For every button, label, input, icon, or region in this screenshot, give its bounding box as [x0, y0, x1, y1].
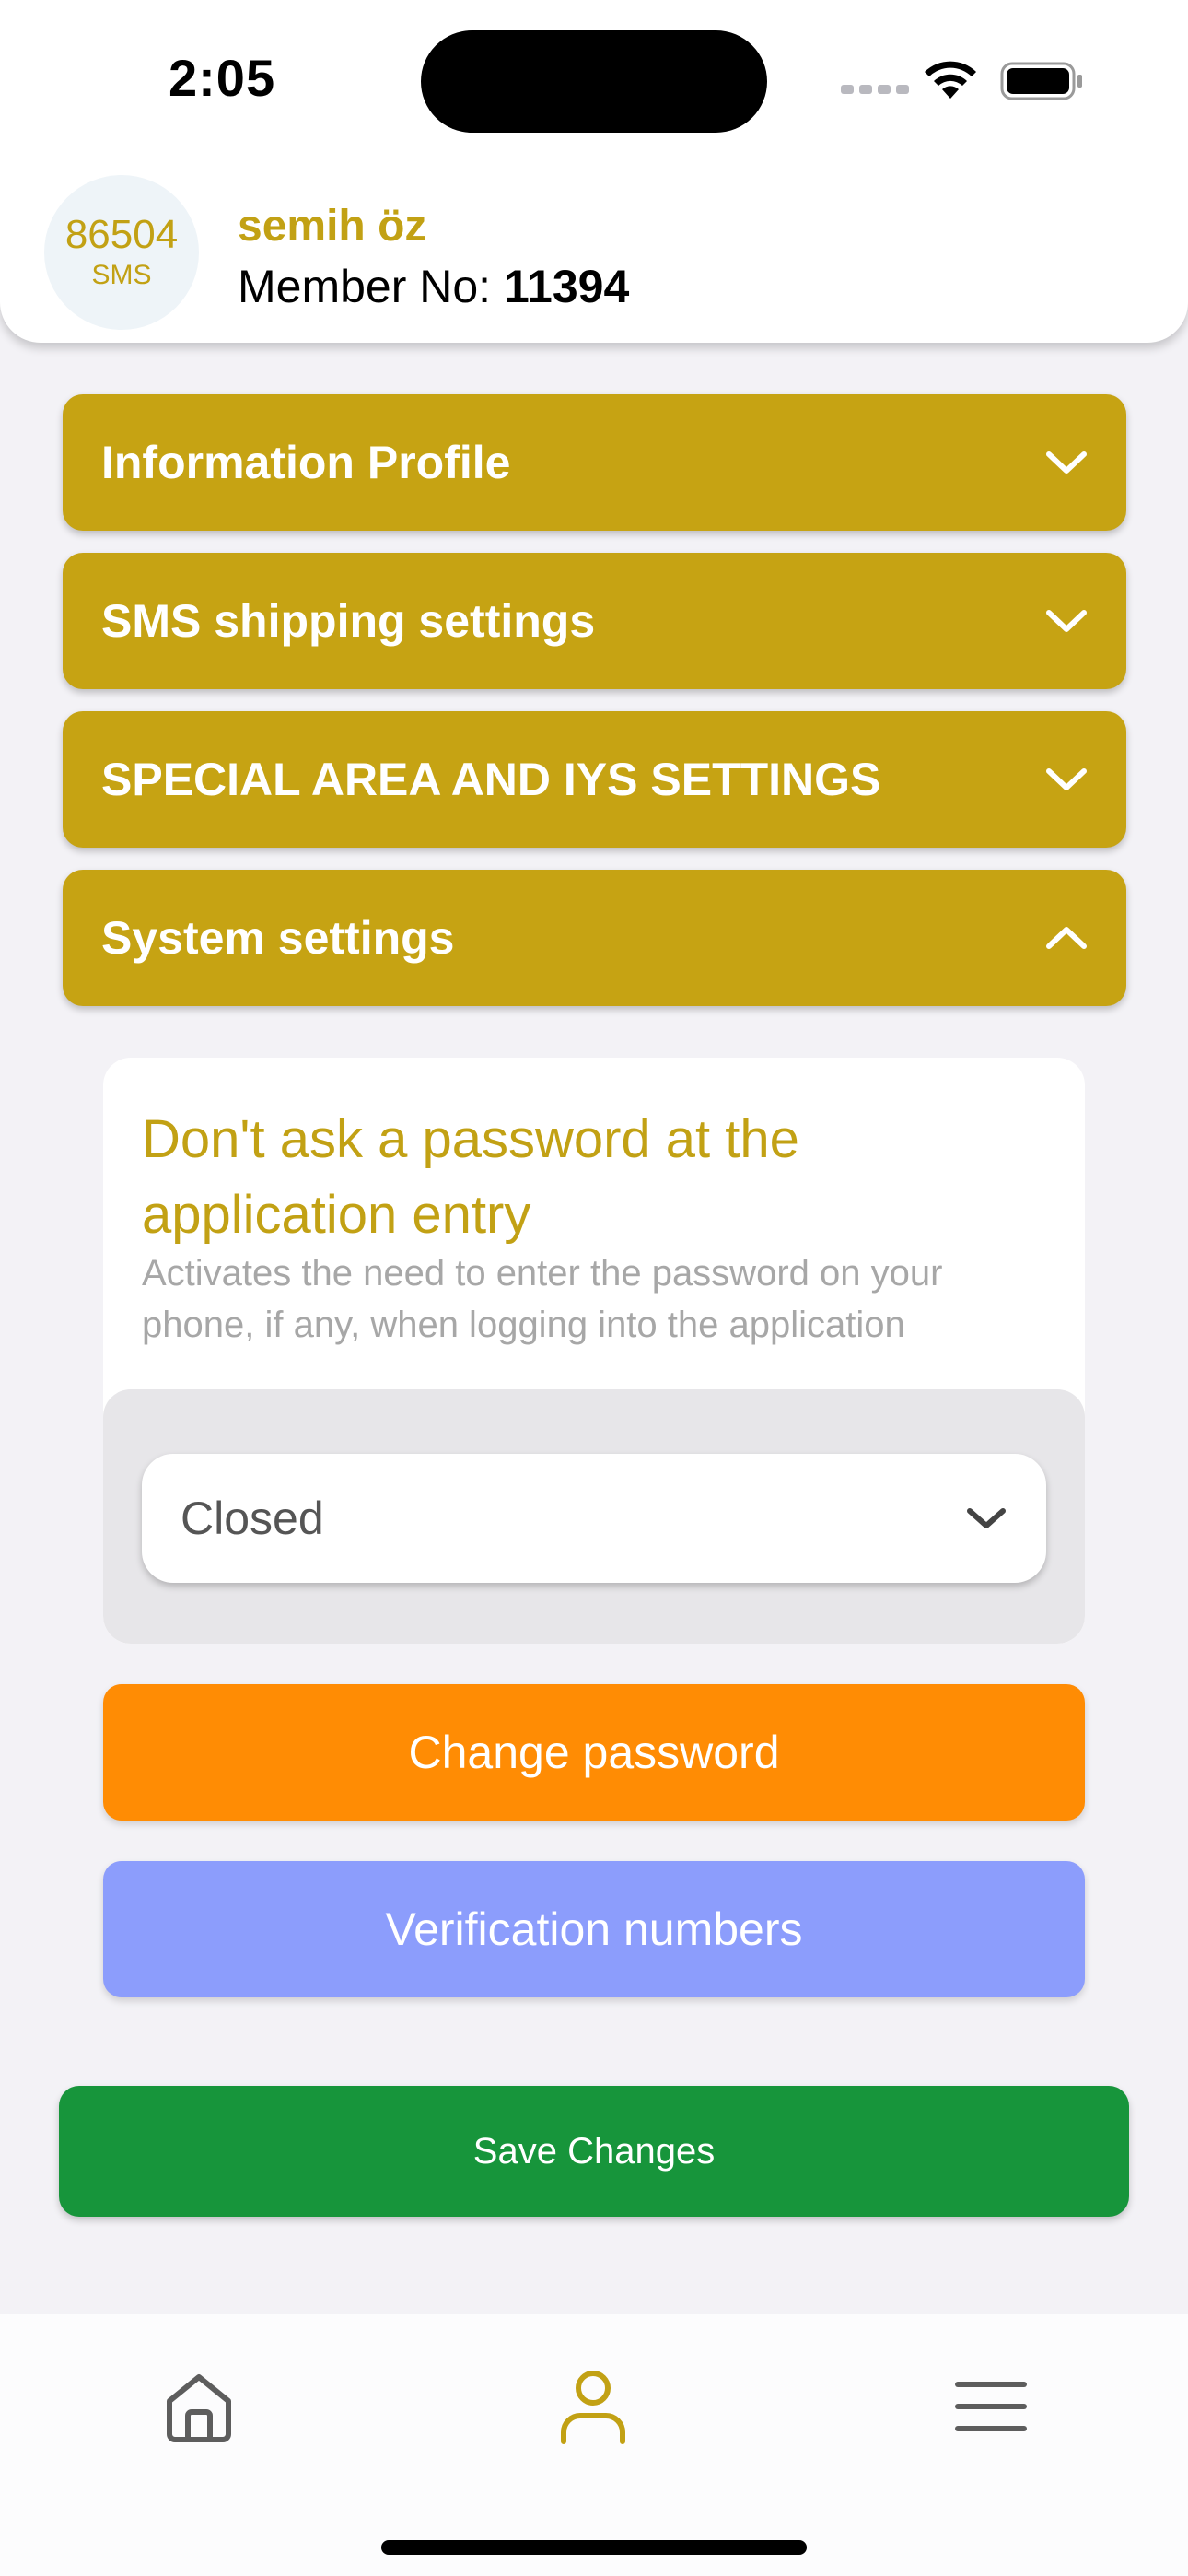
tab-profile[interactable]: [547, 2360, 639, 2453]
accordion-label: Information Profile: [101, 437, 511, 488]
accordion-label: System settings: [101, 912, 455, 964]
tab-home[interactable]: [153, 2360, 245, 2453]
accordion-sms-shipping-settings[interactable]: SMS shipping settings: [63, 553, 1126, 689]
verification-numbers-button[interactable]: Verification numbers: [103, 1861, 1085, 1997]
status-bar: 2:05: [0, 0, 1188, 166]
user-name: semih öz: [238, 202, 427, 251]
member-number: 11394: [503, 261, 630, 312]
accordion-label: SPECIAL AREA AND IYS SETTINGS: [101, 754, 881, 805]
home-icon: [167, 2374, 231, 2442]
accordion-system-settings[interactable]: System settings: [63, 870, 1126, 1006]
sms-credits: 86504: [64, 212, 179, 257]
password-setting-card: Don't ask a password at the application …: [103, 1058, 1085, 1644]
member-number-line: Member No: 11394: [238, 260, 629, 313]
home-indicator[interactable]: [381, 2540, 807, 2555]
user-icon: [561, 2371, 625, 2444]
battery-icon: [1000, 62, 1082, 100]
chevron-down-icon: [1046, 451, 1087, 474]
setting-title: Don't ask a password at the application …: [142, 1109, 799, 1245]
wifi-icon: [925, 61, 976, 99]
menu-icon: [955, 2382, 1027, 2431]
chevron-up-icon: [1046, 927, 1087, 949]
accordion-information-profile[interactable]: Information Profile: [63, 394, 1126, 531]
chevron-down-icon: [1046, 768, 1087, 790]
chevron-down-icon: [1046, 610, 1087, 632]
accordion-special-area-iys-settings[interactable]: SPECIAL AREA AND IYS SETTINGS: [63, 711, 1126, 848]
tab-menu[interactable]: [945, 2360, 1037, 2453]
sms-balance-avatar: 86504 SMS: [44, 175, 199, 330]
select-value: Closed: [181, 1493, 324, 1544]
setting-description: Activates the need to enter the password…: [142, 1253, 943, 1345]
status-time: 2:05: [169, 49, 276, 107]
sms-unit: SMS: [91, 260, 152, 290]
bottom-tab-bar: [0, 2314, 1188, 2576]
change-password-button[interactable]: Change password: [103, 1684, 1085, 1821]
member-label: Member No:: [238, 261, 492, 312]
chevron-down-icon: [967, 1508, 1006, 1528]
save-changes-button[interactable]: Save Changes: [59, 2086, 1129, 2217]
password-entry-select[interactable]: Closed: [142, 1454, 1046, 1583]
setting-select-area: Closed: [103, 1389, 1085, 1644]
dynamic-island: [421, 30, 767, 133]
accordion-label: SMS shipping settings: [101, 595, 596, 647]
cellular-signal-icon: [841, 85, 909, 94]
